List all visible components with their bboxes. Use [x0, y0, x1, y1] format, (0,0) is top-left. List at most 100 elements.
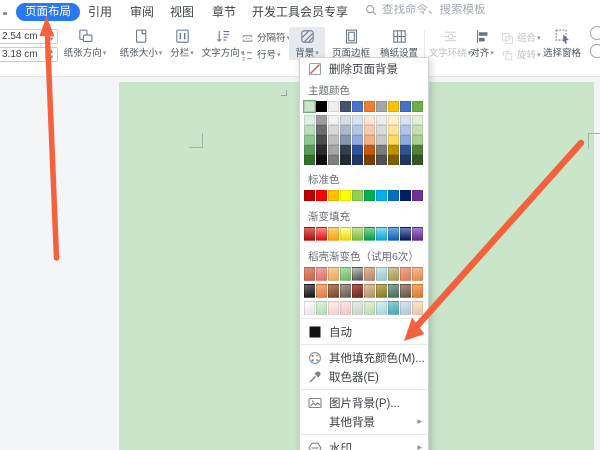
search-input[interactable] — [382, 4, 532, 16]
color-swatch[interactable] — [340, 301, 351, 315]
align-button[interactable]: 对齐▾ — [466, 27, 498, 60]
color-swatch[interactable] — [352, 301, 363, 315]
color-swatch[interactable] — [388, 101, 399, 112]
color-swatch[interactable] — [328, 145, 339, 155]
color-swatch[interactable] — [364, 227, 375, 241]
line-numbers-button[interactable]: 1 2 行号▾ — [241, 48, 281, 62]
color-swatch[interactable] — [304, 227, 315, 241]
color-swatch[interactable] — [388, 190, 399, 201]
color-swatch[interactable] — [340, 155, 351, 165]
color-swatch[interactable] — [340, 125, 351, 135]
color-swatch[interactable] — [340, 227, 351, 241]
color-swatch[interactable] — [400, 301, 411, 315]
color-swatch[interactable] — [304, 284, 315, 298]
color-swatch[interactable] — [304, 267, 315, 281]
color-swatch[interactable] — [304, 145, 315, 155]
margin-top-input[interactable] — [0, 31, 39, 42]
color-swatch[interactable] — [364, 115, 375, 125]
color-swatch[interactable] — [376, 267, 387, 281]
breaks-button[interactable]: 分隔符▾ — [241, 31, 290, 45]
color-swatch[interactable] — [400, 155, 411, 165]
color-swatch[interactable] — [412, 115, 423, 125]
color-swatch[interactable] — [388, 145, 399, 155]
color-swatch[interactable] — [316, 190, 327, 201]
text-direction-button[interactable]: 文字方向▾ — [200, 27, 246, 60]
color-swatch[interactable] — [316, 227, 327, 241]
background-button[interactable]: 背景▾ — [289, 27, 325, 60]
color-swatch[interactable] — [340, 115, 351, 125]
color-swatch[interactable] — [340, 135, 351, 145]
clipped-toolbar-button[interactable] — [590, 44, 600, 58]
color-swatch[interactable] — [388, 125, 399, 135]
color-swatch[interactable] — [364, 101, 375, 112]
color-swatch[interactable] — [400, 227, 411, 241]
command-search[interactable] — [365, 4, 532, 16]
margin-left-input[interactable] — [0, 49, 39, 60]
color-swatch[interactable] — [352, 145, 363, 155]
margin-left-stepper[interactable]: ▲ ▼ — [45, 49, 57, 61]
color-swatch[interactable] — [364, 301, 375, 315]
delete-page-background-item[interactable]: 删除页面背景 — [300, 59, 428, 78]
clipped-toolbar-button[interactable] — [590, 26, 600, 40]
stepper-down-icon[interactable]: ▼ — [46, 55, 57, 61]
other-backgrounds-item[interactable]: 其他背景 ▸ — [300, 412, 428, 431]
color-swatch[interactable] — [412, 101, 423, 112]
color-swatch[interactable] — [364, 284, 375, 298]
color-swatch[interactable] — [352, 267, 363, 281]
color-swatch[interactable] — [412, 155, 423, 165]
color-swatch[interactable] — [412, 145, 423, 155]
color-swatch[interactable] — [304, 135, 315, 145]
color-swatch[interactable] — [400, 135, 411, 145]
color-swatch[interactable] — [376, 227, 387, 241]
more-fill-colors-item[interactable]: 其他填充颜色(M)... — [300, 348, 428, 367]
color-swatch[interactable] — [316, 267, 327, 281]
color-swatch[interactable] — [340, 101, 351, 112]
paper-orientation-button[interactable]: 纸张方向▾ — [62, 27, 108, 60]
color-swatch[interactable] — [304, 190, 315, 201]
color-swatch[interactable] — [328, 155, 339, 165]
color-swatch[interactable] — [328, 267, 339, 281]
margin-left-field[interactable]: ▲ ▼ — [0, 47, 58, 62]
color-swatch[interactable] — [340, 190, 351, 201]
color-swatch[interactable] — [376, 284, 387, 298]
color-swatch[interactable] — [364, 125, 375, 135]
color-swatch[interactable] — [388, 135, 399, 145]
color-swatch[interactable] — [412, 284, 423, 298]
color-swatch[interactable] — [304, 125, 315, 135]
color-swatch[interactable] — [340, 267, 351, 281]
color-swatch[interactable] — [364, 145, 375, 155]
paper-size-button[interactable]: 纸张大小▾ — [118, 27, 164, 60]
color-swatch[interactable] — [388, 115, 399, 125]
color-swatch[interactable] — [316, 101, 327, 112]
watermark-item[interactable]: 水印 ▸ — [300, 438, 428, 450]
eyedropper-item[interactable]: 取色器(E) — [300, 367, 428, 386]
tab-developer[interactable]: 开发工具 — [252, 4, 300, 20]
color-swatch[interactable] — [376, 155, 387, 165]
color-swatch[interactable] — [328, 301, 339, 315]
columns-button[interactable]: 分栏▾ — [166, 27, 198, 60]
color-swatch[interactable] — [328, 227, 339, 241]
manuscript-settings-button[interactable]: 稿纸设置 — [377, 27, 421, 60]
color-swatch[interactable] — [316, 284, 327, 298]
color-swatch[interactable] — [352, 135, 363, 145]
color-swatch[interactable] — [352, 125, 363, 135]
color-swatch[interactable] — [388, 155, 399, 165]
color-swatch[interactable] — [316, 115, 327, 125]
color-swatch[interactable] — [412, 267, 423, 281]
color-swatch[interactable] — [400, 115, 411, 125]
color-swatch[interactable] — [364, 135, 375, 145]
automatic-color-item[interactable]: 自动 — [300, 322, 428, 341]
color-swatch[interactable] — [400, 284, 411, 298]
margin-top-field[interactable]: ▲ ▼ — [0, 29, 58, 44]
picture-background-item[interactable]: 图片背景(P)... — [300, 393, 428, 412]
color-swatch[interactable] — [376, 101, 387, 112]
color-swatch[interactable] — [328, 284, 339, 298]
color-swatch[interactable] — [388, 267, 399, 281]
color-swatch[interactable] — [340, 145, 351, 155]
color-swatch[interactable] — [352, 190, 363, 201]
color-swatch[interactable] — [328, 135, 339, 145]
stepper-down-icon[interactable]: ▼ — [46, 37, 57, 43]
tab-review[interactable]: 审阅 — [130, 4, 154, 20]
tab-view[interactable]: 视图 — [170, 4, 194, 20]
color-swatch[interactable] — [412, 227, 423, 241]
